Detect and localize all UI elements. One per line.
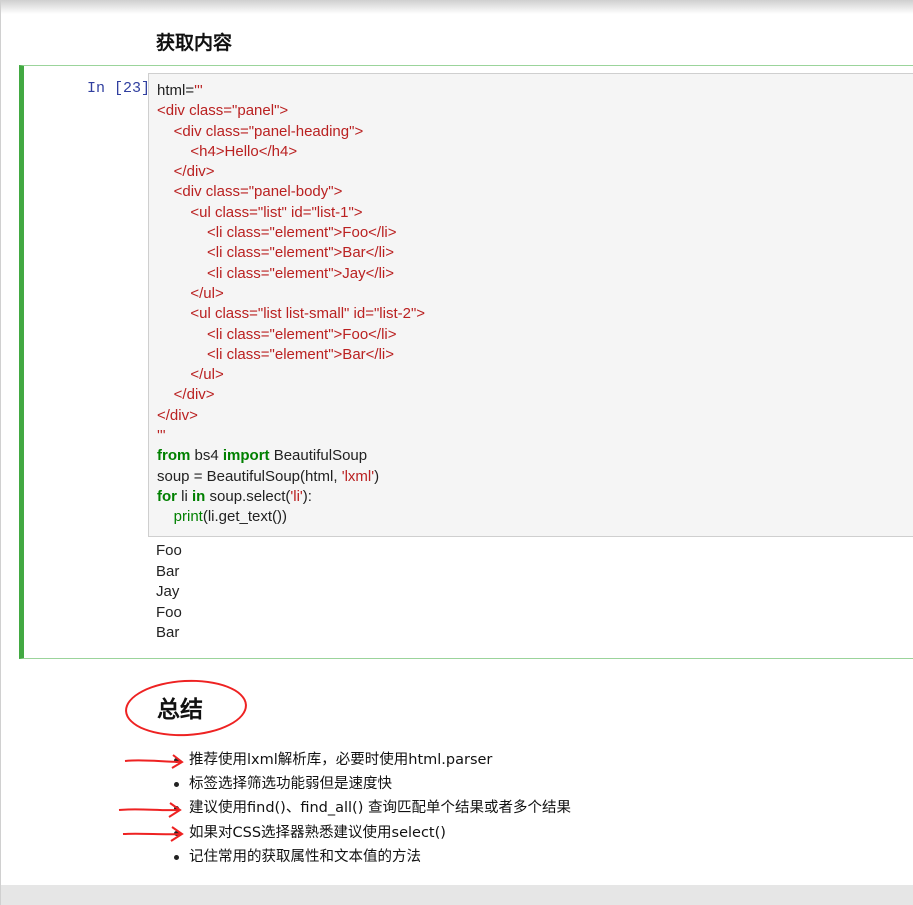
summary-bullet: 记住常用的获取属性和文本值的方法	[173, 845, 571, 869]
code-token: </div>	[157, 406, 198, 424]
code-token: li	[177, 487, 192, 505]
code-line: <li class="element">Bar</li>	[157, 345, 425, 365]
code-line: <li class="element">Jay</li>	[157, 264, 425, 284]
code-token: <li class="element">Bar</li>	[157, 244, 395, 262]
code-token: <h4>Hello</h4>	[157, 142, 298, 160]
annotation-arrow-icon	[122, 826, 184, 842]
code-token: '''	[157, 427, 166, 445]
summary-bullet: 如果对CSS选择器熟悉建议使用select()	[173, 821, 571, 845]
code-token: <ul class="list list-small" id="list-2">	[157, 305, 426, 323]
code-line: </div>	[157, 162, 425, 182]
code-line: </div>	[157, 406, 425, 426]
code-token: for	[157, 487, 177, 505]
code-token: </div>	[157, 386, 215, 404]
code-text[interactable]: html=''' <div class="panel"> <div class="…	[157, 81, 425, 528]
code-token: print	[173, 508, 203, 526]
code-token: '''	[194, 82, 203, 99]
summary-list: 推荐使用lxml解析库，必要时使用html.parser 标签选择筛选功能弱但是速…	[173, 748, 571, 869]
summary-title: 总结	[157, 697, 203, 723]
output-line: Foo	[156, 542, 182, 559]
code-token: <li class="element">Foo</li>	[157, 224, 397, 242]
code-line: html='''	[157, 81, 425, 101]
code-token: from	[157, 447, 191, 465]
output-line: Bar	[156, 624, 180, 641]
cell-output: Foo Bar Jay Foo Bar	[156, 541, 182, 644]
output-line: Foo	[156, 603, 182, 621]
code-line: <li class="element">Foo</li>	[157, 325, 425, 345]
code-line: <div class="panel-heading">	[157, 122, 425, 142]
code-token: )	[374, 467, 380, 485]
code-token: </ul>	[157, 284, 224, 302]
code-line: from bs4 import BeautifulSoup	[157, 446, 425, 466]
code-token: <li class="element">Jay</li>	[157, 264, 395, 282]
code-token: <ul class="list" id="list-1">	[157, 203, 363, 221]
top-shadow	[1, 0, 913, 14]
code-line: </div>	[157, 385, 425, 405]
output-line: Bar	[156, 562, 180, 580]
code-token: <div class="panel-body">	[157, 183, 343, 201]
annotation-arrow-icon	[118, 802, 182, 818]
output-line: Jay	[156, 583, 180, 600]
code-line: </ul>	[157, 365, 425, 385]
code-token: html=	[157, 82, 195, 99]
code-token: <li class="element">Bar</li>	[157, 345, 395, 363]
annotation-arrow-icon	[124, 754, 184, 769]
code-line: <div class="panel">	[157, 101, 425, 121]
code-token: soup = BeautifulSoup(html,	[157, 467, 342, 485]
code-line: soup = BeautifulSoup(html, 'lxml')	[157, 467, 425, 487]
code-line: <h4>Hello</h4>	[157, 142, 425, 162]
summary-bullet: 标签选择筛选功能弱但是速度快	[173, 772, 571, 796]
code-token: ):	[302, 487, 312, 505]
code-line: </ul>	[157, 284, 425, 304]
section-heading: 获取内容	[156, 32, 233, 54]
code-token: in	[192, 487, 206, 505]
code-token: (li.get_text())	[202, 508, 288, 526]
code-token: BeautifulSoup	[269, 447, 368, 465]
code-token: <div class="panel-heading">	[157, 122, 364, 140]
code-token: </div>	[157, 163, 215, 181]
code-line: <ul class="list list-small" id="list-2">	[157, 304, 425, 324]
summary-bullet: 建议使用find()、find_all() 查询匹配单个结果或者多个结果	[173, 796, 571, 820]
code-line: <ul class="list" id="list-1">	[157, 203, 425, 223]
code-token: import	[222, 447, 270, 465]
code-line: for li in soup.select('li'):	[157, 487, 425, 507]
summary-bullet: 推荐使用lxml解析库，必要时使用html.parser	[173, 748, 571, 772]
bottom-bar	[1, 885, 913, 905]
code-line: '''	[157, 426, 425, 446]
code-line: <li class="element">Bar</li>	[157, 243, 425, 263]
code-token: soup.select(	[205, 487, 291, 505]
code-token: </ul>	[157, 366, 224, 384]
code-token: <li class="element">Foo</li>	[157, 325, 397, 343]
code-line: print(li.get_text())	[157, 507, 425, 527]
code-token: <div class="panel">	[157, 102, 289, 120]
code-token: 'lxml'	[341, 467, 375, 485]
code-token: 'li'	[290, 487, 303, 505]
code-line: <li class="element">Foo</li>	[157, 223, 425, 243]
code-token: bs4	[190, 447, 223, 465]
notebook-page: 获取内容 In [23]: html=''' <div class="panel"…	[0, 0, 913, 905]
code-line: <div class="panel-body">	[157, 182, 425, 202]
